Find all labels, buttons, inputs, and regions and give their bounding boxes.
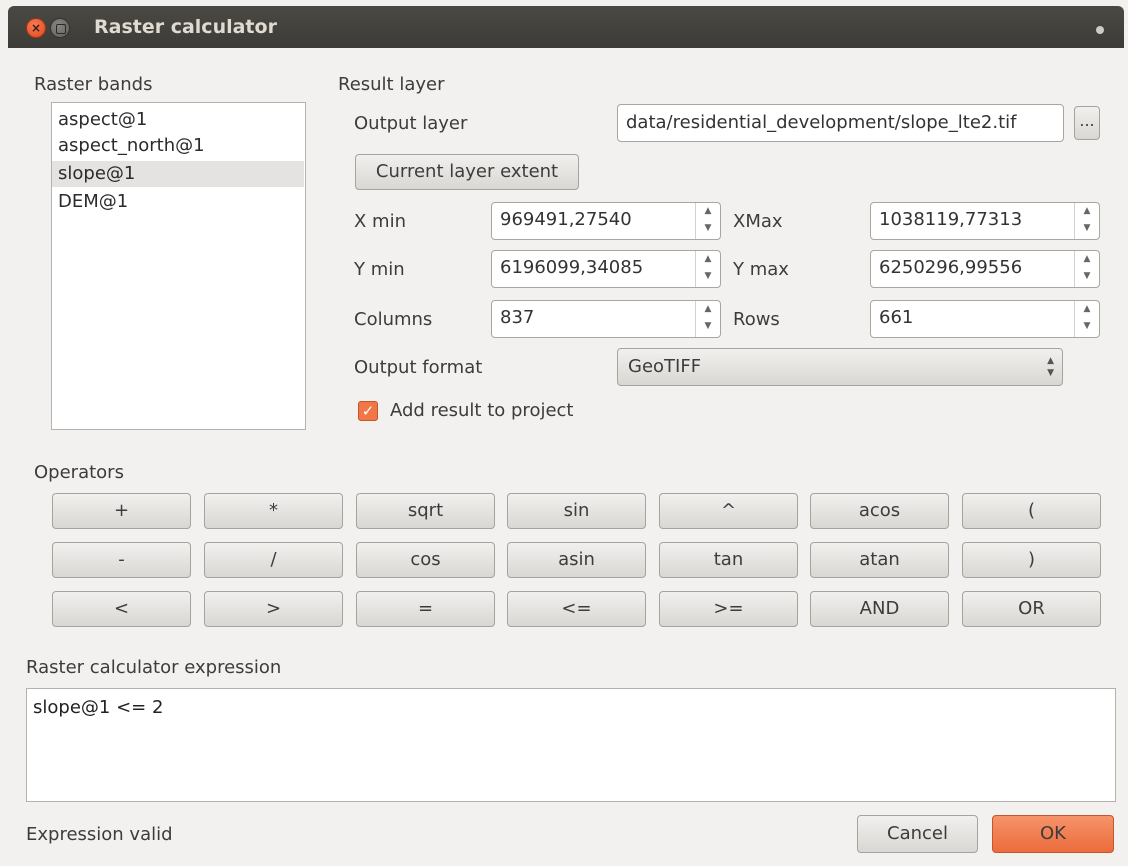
op-equals-button[interactable]: = bbox=[356, 591, 495, 627]
op-atan-button[interactable]: atan bbox=[810, 542, 949, 578]
op-minus-button[interactable]: - bbox=[52, 542, 191, 578]
output-layer-field[interactable]: data/residential_development/slope_lte2.… bbox=[617, 104, 1064, 142]
raster-bands-list[interactable]: aspect@1 aspect_north@1 slope@1 DEM@1 bbox=[51, 102, 306, 430]
ok-button[interactable]: OK bbox=[992, 815, 1114, 853]
op-and-button[interactable]: AND bbox=[810, 591, 949, 627]
op-cos-button[interactable]: cos bbox=[356, 542, 495, 578]
op-less-equal-button[interactable]: <= bbox=[507, 591, 646, 627]
expression-textarea[interactable]: slope@1 <= 2 bbox=[26, 688, 1116, 802]
op-sqrt-button[interactable]: sqrt bbox=[356, 493, 495, 529]
output-format-label: Output format bbox=[354, 357, 483, 378]
rows-value: 661 bbox=[879, 307, 914, 328]
window-title: Raster calculator bbox=[94, 16, 277, 38]
add-result-label[interactable]: Add result to project bbox=[390, 400, 573, 421]
op-sin-button[interactable]: sin bbox=[507, 493, 646, 529]
op-asin-button[interactable]: asin bbox=[507, 542, 646, 578]
op-power-button[interactable]: ^ bbox=[659, 493, 798, 529]
op-plus-button[interactable]: + bbox=[52, 493, 191, 529]
spin-arrows-icon[interactable]: ▲ ▼ bbox=[695, 203, 720, 239]
op-multiply-button[interactable]: * bbox=[204, 493, 343, 529]
ymax-label: Y max bbox=[733, 259, 789, 280]
op-tan-button[interactable]: tan bbox=[659, 542, 798, 578]
expression-label: Raster calculator expression bbox=[26, 657, 282, 678]
output-format-value: GeoTIFF bbox=[628, 356, 702, 377]
op-divide-button[interactable]: / bbox=[204, 542, 343, 578]
op-acos-button[interactable]: acos bbox=[810, 493, 949, 529]
list-item-dem[interactable]: DEM@1 bbox=[52, 189, 304, 215]
ymin-value: 6196099,34085 bbox=[500, 257, 644, 278]
list-item-aspect[interactable]: aspect@1 bbox=[52, 107, 304, 133]
menu-dot-icon[interactable] bbox=[1096, 26, 1104, 34]
xmin-spinbox[interactable]: 969491,27540 ▲ ▼ bbox=[491, 202, 721, 240]
xmin-value: 969491,27540 bbox=[500, 209, 632, 230]
cancel-button[interactable]: Cancel bbox=[857, 815, 978, 853]
ymax-value: 6250296,99556 bbox=[879, 257, 1023, 278]
op-less-than-button[interactable]: < bbox=[52, 591, 191, 627]
result-layer-label: Result layer bbox=[338, 74, 445, 95]
rows-label: Rows bbox=[733, 309, 780, 330]
op-open-paren-button[interactable]: ( bbox=[962, 493, 1101, 529]
spin-arrows-icon[interactable]: ▲ ▼ bbox=[1074, 203, 1099, 239]
columns-value: 837 bbox=[500, 307, 535, 328]
xmax-label: XMax bbox=[733, 211, 783, 232]
ymax-spinbox[interactable]: 6250296,99556 ▲ ▼ bbox=[870, 250, 1100, 288]
ymin-spinbox[interactable]: 6196099,34085 ▲ ▼ bbox=[491, 250, 721, 288]
spin-arrows-icon[interactable]: ▲ ▼ bbox=[695, 301, 720, 337]
cancel-button-label: Cancel bbox=[887, 823, 948, 844]
raster-bands-label: Raster bands bbox=[34, 74, 153, 95]
op-or-button[interactable]: OR bbox=[962, 591, 1101, 627]
minimize-icon[interactable] bbox=[50, 18, 70, 38]
xmin-label: X min bbox=[354, 211, 406, 232]
close-icon[interactable]: × bbox=[26, 18, 46, 38]
op-greater-equal-button[interactable]: >= bbox=[659, 591, 798, 627]
output-layer-label: Output layer bbox=[354, 113, 468, 134]
current-layer-extent-button[interactable]: Current layer extent bbox=[355, 154, 579, 190]
title-bar: × Raster calculator bbox=[8, 6, 1124, 48]
xmax-spinbox[interactable]: 1038119,77313 ▲ ▼ bbox=[870, 202, 1100, 240]
ymin-label: Y min bbox=[354, 259, 405, 280]
list-item-slope[interactable]: slope@1 bbox=[52, 161, 304, 187]
browse-button[interactable]: ... bbox=[1074, 106, 1100, 140]
spin-arrows-icon[interactable]: ▲ ▼ bbox=[1074, 251, 1099, 287]
operators-label: Operators bbox=[34, 462, 124, 483]
columns-label: Columns bbox=[354, 309, 433, 330]
select-arrows-icon: ▲ ▼ bbox=[1047, 356, 1054, 378]
spin-arrows-icon[interactable]: ▲ ▼ bbox=[1074, 301, 1099, 337]
xmax-value: 1038119,77313 bbox=[879, 209, 1023, 230]
output-format-select[interactable]: GeoTIFF ▲ ▼ bbox=[617, 348, 1063, 386]
ok-button-label: OK bbox=[1040, 823, 1066, 844]
op-greater-than-button[interactable]: > bbox=[204, 591, 343, 627]
op-close-paren-button[interactable]: ) bbox=[962, 542, 1101, 578]
columns-spinbox[interactable]: 837 ▲ ▼ bbox=[491, 300, 721, 338]
add-result-checkbox[interactable]: ✓ bbox=[358, 401, 378, 421]
rows-spinbox[interactable]: 661 ▲ ▼ bbox=[870, 300, 1100, 338]
list-item-aspect-north[interactable]: aspect_north@1 bbox=[52, 133, 304, 159]
expression-status: Expression valid bbox=[26, 824, 173, 845]
spin-arrows-icon[interactable]: ▲ ▼ bbox=[695, 251, 720, 287]
